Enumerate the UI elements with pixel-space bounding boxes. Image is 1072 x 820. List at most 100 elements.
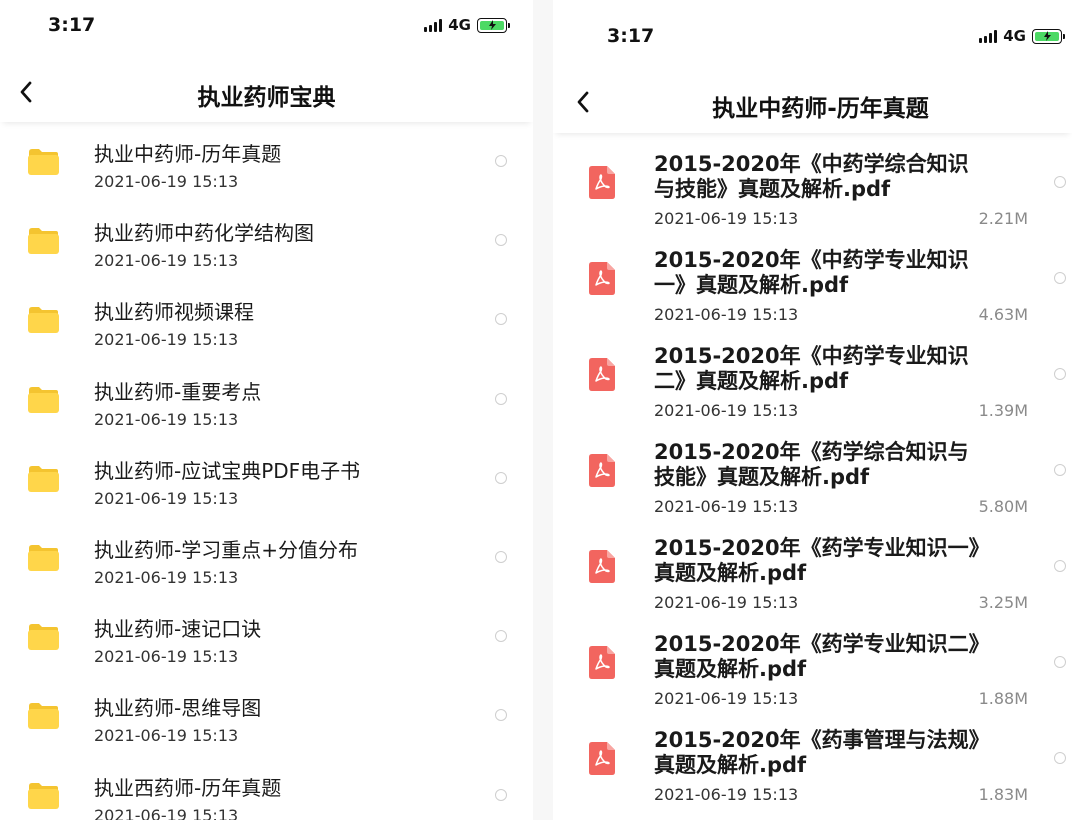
radio-unchecked-icon[interactable]: [495, 313, 507, 326]
item-name: 2015-2020年《药学专业知识一》真题及解析.pdf: [654, 536, 980, 585]
pdf-file-icon: [589, 454, 615, 487]
signal-icon: [979, 29, 998, 43]
folder-icon: [27, 148, 60, 176]
page-title: 执业药师宝典: [197, 85, 336, 111]
list-item[interactable]: 2015-2020年《药学综合知识与技能》真题及解析.pdf 2021-06-19…: [553, 434, 1072, 530]
radio-unchecked-icon[interactable]: [1054, 368, 1066, 380]
item-date: 2021-06-19 15:13: [94, 488, 239, 508]
radio-unchecked-icon[interactable]: [1054, 464, 1066, 476]
item-name: 执业中药师-历年真题: [94, 142, 282, 166]
item-size: 1.39M: [978, 401, 1028, 420]
folder-icon: [27, 782, 60, 810]
list-item[interactable]: 执业药师-学习重点+分值分布 2021-06-19 15:13: [0, 524, 533, 603]
item-date: 2021-06-19 15:13: [654, 593, 799, 612]
page-title: 执业中药师-历年真题: [712, 96, 929, 122]
item-date: 2021-06-19 15:13: [654, 689, 799, 708]
folder-icon: [27, 386, 60, 414]
radio-unchecked-icon[interactable]: [495, 550, 507, 563]
radio-unchecked-icon[interactable]: [495, 471, 507, 484]
list-item[interactable]: 2015-2020年《中药学综合知识与技能》真题及解析.pdf 2021-06-1…: [553, 146, 1072, 242]
left-screen: 3:17 4G 执业药师宝典 执业中药师-历年真题 2021-06-19 15:1…: [0, 0, 533, 820]
battery-charging-icon: [1032, 28, 1065, 44]
radio-unchecked-icon[interactable]: [1054, 176, 1066, 188]
status-indicators: 4G: [979, 27, 1065, 45]
item-size: 3.25M: [978, 593, 1028, 612]
list-item[interactable]: 执业药师-思维导图 2021-06-19 15:13: [0, 682, 533, 761]
status-bar: 3:17 4G: [553, 19, 1072, 55]
folder-icon: [27, 306, 60, 334]
pdf-file-icon: [589, 358, 615, 391]
list-item[interactable]: 执业药师-重要考点 2021-06-19 15:13: [0, 366, 533, 445]
item-date: 2021-06-19 15:13: [94, 567, 239, 587]
folder-icon: [27, 623, 60, 651]
radio-unchecked-icon[interactable]: [1054, 272, 1066, 284]
item-date: 2021-06-19 15:13: [94, 409, 239, 429]
radio-unchecked-icon[interactable]: [495, 392, 507, 405]
status-indicators: 4G: [424, 16, 510, 34]
right-screen: 3:17 4G 执业中药师-历年真题 2015-2020年《中药学综合知识与技能…: [553, 0, 1072, 820]
folder-icon: [27, 227, 60, 255]
item-date: 2021-06-19 15:13: [94, 726, 239, 746]
item-name: 执业药师-思维导图: [94, 696, 262, 721]
network-label: 4G: [1003, 27, 1026, 45]
pdf-file-icon: [589, 742, 615, 775]
radio-unchecked-icon[interactable]: [1054, 752, 1066, 764]
item-name: 执业药师中药化学结构图: [94, 221, 314, 246]
list-item[interactable]: 执业药师视频课程 2021-06-19 15:13: [0, 286, 533, 365]
file-list: 2015-2020年《中药学综合知识与技能》真题及解析.pdf 2021-06-1…: [553, 146, 1072, 818]
radio-unchecked-icon[interactable]: [495, 155, 507, 167]
item-name: 2015-2020年《药学专业知识二》真题及解析.pdf: [654, 632, 980, 681]
item-name: 执业药师视频课程: [94, 300, 254, 325]
list-item[interactable]: 2015-2020年《中药学专业知识二》真题及解析.pdf 2021-06-19 …: [553, 338, 1072, 434]
item-size: 1.88M: [978, 689, 1028, 708]
list-item[interactable]: 执业西药师-历年真题 2021-06-19 15:13: [0, 762, 533, 820]
radio-unchecked-icon[interactable]: [495, 630, 507, 643]
folder-icon: [27, 702, 60, 730]
status-time: 3:17: [48, 14, 96, 36]
item-size: 2.21M: [978, 209, 1028, 228]
item-date: 2021-06-19 15:13: [94, 330, 239, 350]
radio-unchecked-icon[interactable]: [495, 234, 507, 247]
item-name: 2015-2020年《药事管理与法规》真题及解析.pdf: [654, 728, 980, 777]
item-date: 2021-06-19 15:13: [654, 401, 799, 420]
item-date: 2021-06-19 15:13: [654, 209, 799, 228]
nav-bar: 执业中药师-历年真题: [553, 73, 1072, 133]
radio-unchecked-icon[interactable]: [1054, 656, 1066, 668]
pdf-file-icon: [589, 646, 615, 679]
list-item[interactable]: 2015-2020年《药学专业知识一》真题及解析.pdf 2021-06-19 1…: [553, 530, 1072, 626]
battery-charging-icon: [477, 17, 510, 33]
item-name: 执业药师-重要考点: [94, 379, 262, 404]
divider: [533, 0, 553, 820]
item-size: 5.80M: [978, 497, 1028, 516]
list-item[interactable]: 执业药师-速记口诀 2021-06-19 15:13: [0, 603, 533, 682]
list-item[interactable]: 执业药师中药化学结构图 2021-06-19 15:13: [0, 207, 533, 286]
item-date: 2021-06-19 15:13: [94, 251, 239, 271]
item-name: 执业药师-应试宝典PDF电子书: [94, 458, 361, 483]
list-item[interactable]: 执业药师-应试宝典PDF电子书 2021-06-19 15:13: [0, 445, 533, 524]
folder-icon: [27, 465, 60, 493]
list-item[interactable]: 2015-2020年《药学专业知识二》真题及解析.pdf 2021-06-19 1…: [553, 626, 1072, 722]
list-item[interactable]: 2015-2020年《药事管理与法规》真题及解析.pdf 2021-06-19 1…: [553, 722, 1072, 818]
pdf-file-icon: [589, 262, 615, 295]
item-size: 1.83M: [978, 785, 1028, 804]
pdf-file-icon: [589, 166, 615, 199]
item-name: 执业西药师-历年真题: [94, 775, 282, 800]
radio-unchecked-icon[interactable]: [1054, 560, 1066, 572]
radio-unchecked-icon[interactable]: [495, 709, 507, 722]
item-date: 2021-06-19 15:13: [654, 305, 799, 324]
item-date: 2021-06-19 15:13: [654, 497, 799, 516]
folder-icon: [27, 544, 60, 572]
folder-list: 执业中药师-历年真题 2021-06-19 15:13 执业药师中药化学结构图 202…: [0, 128, 533, 820]
list-item[interactable]: 执业中药师-历年真题 2021-06-19 15:13: [0, 128, 533, 207]
item-name: 2015-2020年《药学综合知识与技能》真题及解析.pdf: [654, 440, 969, 489]
item-name: 执业药师-速记口诀: [94, 617, 262, 642]
item-name: 2015-2020年《中药学专业知识二》真题及解析.pdf: [654, 344, 969, 393]
nav-bar: 执业药师宝典: [0, 62, 533, 122]
list-item[interactable]: 2015-2020年《中药学专业知识一》真题及解析.pdf 2021-06-19 …: [553, 242, 1072, 338]
item-size: 4.63M: [978, 305, 1028, 324]
item-date: 2021-06-19 15:13: [94, 172, 239, 191]
item-name: 执业药师-学习重点+分值分布: [94, 537, 358, 562]
signal-icon: [424, 18, 443, 32]
network-label: 4G: [448, 16, 471, 34]
radio-unchecked-icon[interactable]: [495, 788, 507, 801]
